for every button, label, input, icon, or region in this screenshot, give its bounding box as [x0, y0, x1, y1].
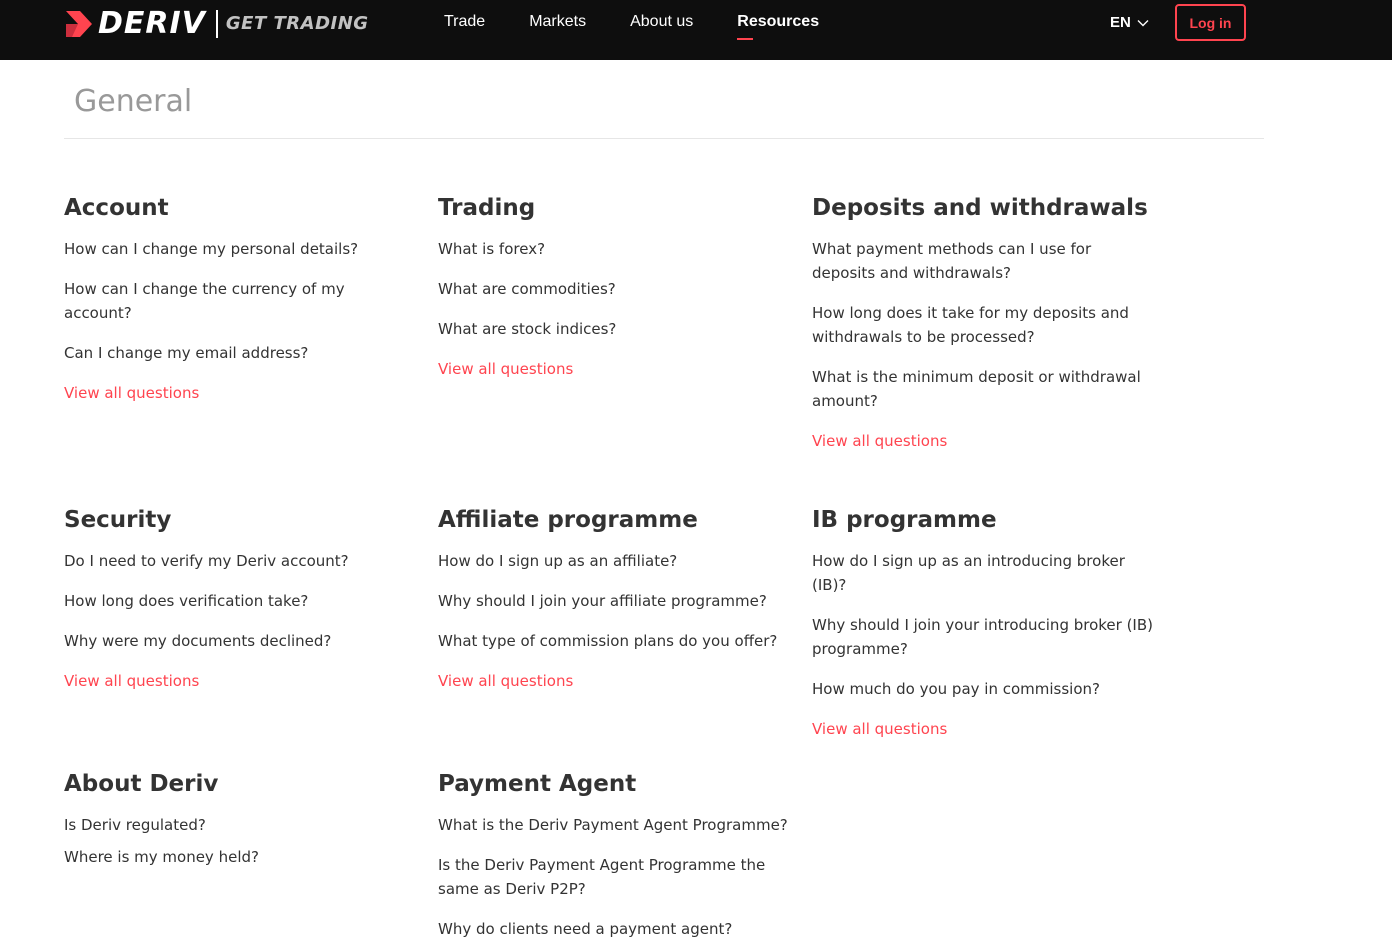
nav-resources[interactable]: Resources	[737, 12, 819, 40]
view-all-questions-link[interactable]: View all questions	[64, 381, 414, 405]
nav-markets[interactable]: Markets	[529, 12, 586, 32]
title-divider	[64, 138, 1264, 139]
deriv-logo-icon	[66, 11, 92, 37]
deriv-logo[interactable]: DERIV GET TRADING	[64, 8, 369, 40]
top-navbar: DERIV GET TRADING Trade Markets About us…	[0, 0, 1392, 60]
login-button[interactable]: Log in	[1175, 4, 1246, 41]
question-link[interactable]: What is the Deriv Payment Agent Programm…	[438, 813, 788, 837]
question-link[interactable]: What is the minimum deposit or withdrawa…	[812, 365, 1157, 413]
question-link[interactable]: What are commodities?	[438, 277, 788, 301]
section-title: Trading	[438, 195, 536, 221]
question-link[interactable]: How can I change the currency of my acco…	[64, 277, 414, 325]
question-link[interactable]: What is forex?	[438, 237, 788, 261]
logo-divider	[215, 10, 218, 38]
logo-wordmark: DERIV	[98, 6, 206, 41]
question-link[interactable]: How do I sign up as an affiliate?	[438, 549, 788, 573]
language-selector[interactable]: EN	[1110, 13, 1149, 33]
logo-tagline: GET TRADING	[225, 13, 369, 34]
main-nav: Trade Markets About us Resources	[444, 12, 863, 40]
section-ib-programme: IB programme How do I sign up as an intr…	[812, 505, 1157, 741]
question-link[interactable]: How can I change my personal details?	[64, 237, 414, 261]
question-link[interactable]: Do I need to verify my Deriv account?	[64, 549, 414, 573]
section-security: Security Do I need to verify my Deriv ac…	[64, 505, 414, 693]
question-link[interactable]: Why were my documents declined?	[64, 629, 414, 653]
question-link[interactable]: What payment methods can I use for depos…	[812, 237, 1157, 285]
section-account: Account How can I change my personal det…	[64, 193, 414, 405]
view-all-questions-link[interactable]: View all questions	[438, 669, 788, 693]
section-title: Deposits and withdrawals	[812, 195, 1148, 221]
section-title: Payment Agent	[438, 771, 637, 797]
language-code: EN	[1110, 14, 1131, 31]
question-link[interactable]: What are stock indices?	[438, 317, 788, 341]
section-title: Security	[64, 507, 172, 533]
question-link[interactable]: Can I change my email address?	[64, 341, 414, 365]
page-title: General	[74, 84, 193, 119]
question-link[interactable]: What type of commission plans do you off…	[438, 629, 788, 653]
section-trading: Trading What is forex? What are commodit…	[438, 193, 788, 381]
view-all-questions-link[interactable]: View all questions	[64, 669, 414, 693]
section-about-deriv: About Deriv Is Deriv regulated? Where is…	[64, 769, 414, 885]
view-all-questions-link[interactable]: View all questions	[812, 429, 1157, 453]
question-link[interactable]: Why do clients need a payment agent?	[438, 917, 788, 941]
section-affiliate-programme: Affiliate programme How do I sign up as …	[438, 505, 788, 693]
question-link[interactable]: How long does it take for my deposits an…	[812, 301, 1157, 349]
question-link[interactable]: How much do you pay in commission?	[812, 677, 1157, 701]
section-title: Affiliate programme	[438, 507, 698, 533]
section-title: Account	[64, 195, 169, 221]
question-link[interactable]: Is Deriv regulated?	[64, 813, 414, 837]
question-link[interactable]: Is the Deriv Payment Agent Programme the…	[438, 853, 768, 901]
section-title: About Deriv	[64, 771, 219, 797]
question-link[interactable]: Why should I join your affiliate program…	[438, 589, 788, 613]
question-link[interactable]: How do I sign up as an introducing broke…	[812, 549, 1157, 597]
question-link[interactable]: How long does verification take?	[64, 589, 414, 613]
chevron-down-icon	[1137, 20, 1149, 27]
section-title: IB programme	[812, 507, 997, 533]
view-all-questions-link[interactable]: View all questions	[438, 357, 788, 381]
nav-trade[interactable]: Trade	[444, 12, 485, 32]
section-payment-agent: Payment Agent What is the Deriv Payment …	[438, 769, 788, 941]
section-deposits-withdrawals: Deposits and withdrawals What payment me…	[812, 193, 1157, 453]
question-link[interactable]: Where is my money held?	[64, 845, 414, 869]
nav-about-us[interactable]: About us	[630, 12, 693, 32]
question-link[interactable]: Why should I join your introducing broke…	[812, 613, 1157, 661]
view-all-questions-link[interactable]: View all questions	[812, 717, 1157, 741]
